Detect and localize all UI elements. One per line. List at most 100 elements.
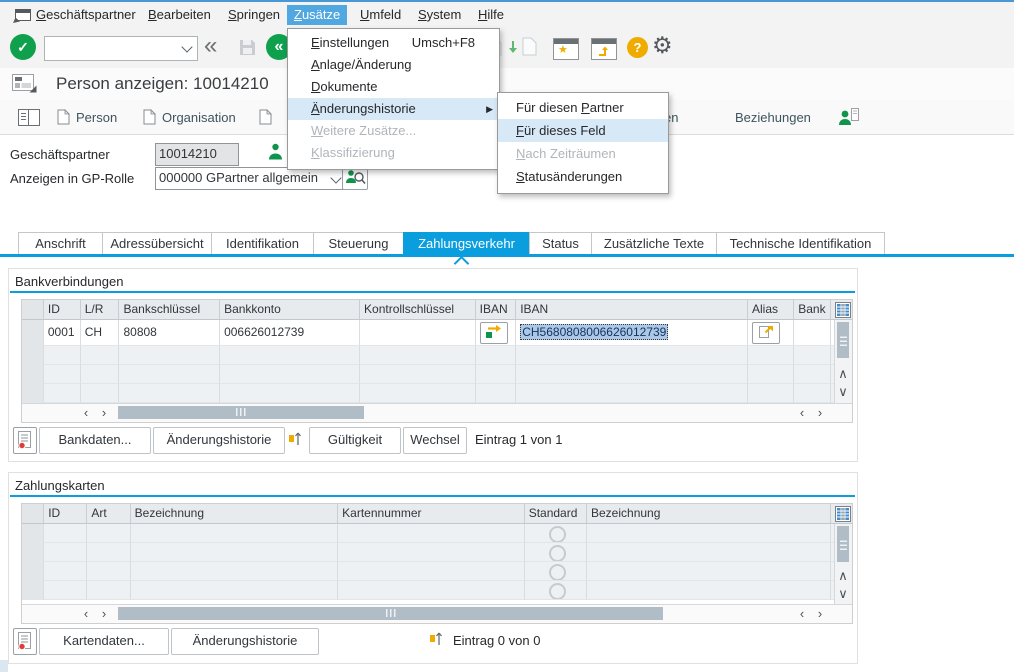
cell-iban[interactable]: CH5680808006626012739 <box>516 320 748 346</box>
menu-item-aenderungshistorie[interactable]: Änderungshistorie ▶ <box>288 98 499 120</box>
customize-button[interactable]: ⚙ <box>652 32 673 59</box>
cell-bankkonto[interactable]: 006626012739 <box>220 320 360 346</box>
cell-id[interactable]: 0001 <box>44 320 81 346</box>
scroll-down-button[interactable]: ∨ <box>835 384 851 400</box>
tab-anschrift[interactable]: Anschrift <box>18 232 103 256</box>
scroll-down-button[interactable]: ∨ <box>835 586 851 602</box>
partner-field[interactable]: 10014210 <box>155 143 239 166</box>
help-button[interactable]: ? <box>627 37 648 58</box>
menu-umfeld[interactable]: Umfeld <box>353 5 408 25</box>
scrollbar-thumb[interactable] <box>118 607 663 620</box>
submenu-item-fuer-dieses-feld[interactable]: Für dieses Feld <box>498 119 668 142</box>
col-bezeichnung[interactable]: Bezeichnung <box>131 504 339 524</box>
scrollbar-thumb[interactable] <box>837 526 849 562</box>
wechsel-button[interactable]: Wechsel <box>403 427 467 454</box>
col-iban[interactable]: IBAN <box>516 300 748 320</box>
menu-item-anlage-aenderung[interactable]: Anlage/Änderung <box>288 54 499 76</box>
tab-identifikation[interactable]: Identifikation <box>211 232 314 256</box>
submenu-item-statusaenderungen[interactable]: Statusänderungen <box>498 165 668 188</box>
vertical-scrollbar[interactable]: ∧ ∨ <box>834 524 852 604</box>
menu-springen[interactable]: Springen <box>221 5 287 25</box>
scroll-right-button[interactable]: › <box>812 606 828 622</box>
create-shortcut-button[interactable] <box>591 38 617 60</box>
tab-technische-identifikation[interactable]: Technische Identifikation <box>716 232 885 256</box>
bank-aenderungshistorie-button[interactable]: Änderungshistorie <box>153 427 285 454</box>
tab-zahlungsverkehr[interactable]: Zahlungsverkehr <box>403 232 530 256</box>
person-button[interactable]: Person <box>76 108 117 128</box>
iban-selected-value[interactable]: CH5680808006626012739 <box>520 324 668 340</box>
scroll-left-button[interactable]: ‹ <box>794 606 810 622</box>
command-field[interactable] <box>44 36 198 61</box>
col-lr[interactable]: L/R <box>81 300 120 320</box>
cell-lr[interactable]: CH <box>81 320 120 346</box>
scroll-right-button[interactable]: › <box>812 405 828 421</box>
cell-bankschluessel[interactable]: 80808 <box>119 320 220 346</box>
menu-item-dokumente[interactable]: Dokumente <box>288 76 499 98</box>
document-icon[interactable] <box>522 37 537 61</box>
vertical-scrollbar[interactable]: ∧ ∨ <box>834 320 852 403</box>
tab-zusaetzliche-texte[interactable]: Zusätzliche Texte <box>591 232 717 256</box>
menu-bearbeiten[interactable]: Bearbeiten <box>141 5 218 25</box>
col-standard[interactable]: Standard <box>525 504 587 524</box>
scroll-right-button[interactable]: › <box>96 606 112 622</box>
col-kartennummer[interactable]: Kartennummer <box>338 504 525 524</box>
card-aenderungshistorie-button[interactable]: Änderungshistorie <box>171 628 319 655</box>
menu-item-einstellungen[interactable]: Einstellungen Umsch+F8 <box>288 32 499 54</box>
tab-status[interactable]: Status <box>529 232 592 256</box>
col-kontrollschluessel[interactable]: Kontrollschlüssel <box>360 300 476 320</box>
col-id[interactable]: ID <box>44 504 87 524</box>
standard-radio[interactable] <box>549 526 566 543</box>
card-details-button[interactable] <box>13 628 37 655</box>
sort-icon[interactable] <box>429 629 444 653</box>
scrollbar-thumb[interactable] <box>837 322 849 358</box>
back-button[interactable]: « <box>204 32 217 60</box>
col-bankschluessel[interactable]: Bankschlüssel <box>119 300 220 320</box>
chevron-down-icon[interactable] <box>181 41 192 52</box>
organisation-button[interactable]: Organisation <box>162 108 236 128</box>
standard-radio[interactable] <box>549 583 566 600</box>
tab-steuerung[interactable]: Steuerung <box>313 232 404 256</box>
save-button[interactable] <box>238 38 257 62</box>
bank-details-button[interactable] <box>13 427 37 454</box>
submenu-item-fuer-diesen-partner[interactable]: Für diesen Partner <box>498 96 668 119</box>
iban-display-button[interactable] <box>480 322 508 344</box>
col-bank[interactable]: Bank <box>794 300 831 320</box>
enter-button[interactable]: ✓ <box>10 34 36 60</box>
bank-table-row[interactable]: 0001 CH 80808 006626012739 CH56808080066… <box>22 320 852 346</box>
menu-geschaeftspartner[interactable]: Geschäftspartner <box>29 5 143 25</box>
download-arrow-icon[interactable] <box>507 40 519 59</box>
tab-adressuebersicht[interactable]: Adressübersicht <box>102 232 212 256</box>
col-iban-btn[interactable]: IBAN <box>476 300 517 320</box>
standard-radio[interactable] <box>549 564 566 581</box>
new-session-button[interactable]: ★ <box>553 38 579 60</box>
scroll-up-button[interactable]: ∧ <box>835 366 851 382</box>
scroll-up-button[interactable]: ∧ <box>835 568 851 584</box>
command-input[interactable] <box>45 37 179 58</box>
scroll-left-button[interactable]: ‹ <box>78 405 94 421</box>
horizontal-scrollbar[interactable]: ‹ › ‹ › <box>22 403 852 422</box>
beziehungen-button[interactable]: Beziehungen <box>735 108 811 128</box>
bankdaten-button[interactable]: Bankdaten... <box>39 427 151 454</box>
row-selector[interactable] <box>22 320 44 346</box>
scroll-left-button[interactable]: ‹ <box>78 606 94 622</box>
kartendaten-button[interactable]: Kartendaten... <box>39 628 169 655</box>
cell-kontrollschluessel[interactable] <box>360 320 476 346</box>
col-alias[interactable]: Alias <box>748 300 794 320</box>
scrollbar-thumb[interactable] <box>118 406 364 419</box>
locator-toggle-button[interactable] <box>18 109 40 131</box>
horizontal-scrollbar[interactable]: ‹ › ‹ › <box>22 604 852 623</box>
col-art[interactable]: Art <box>87 504 130 524</box>
col-bezeichnung2[interactable]: Bezeichnung <box>587 504 831 524</box>
sort-icon[interactable] <box>288 429 303 453</box>
scroll-left-button[interactable]: ‹ <box>794 405 810 421</box>
partner-switch-button[interactable] <box>838 107 860 131</box>
menu-hilfe[interactable]: Hilfe <box>471 5 511 25</box>
col-id[interactable]: ID <box>44 300 81 320</box>
gueltigkeit-button[interactable]: Gültigkeit <box>309 427 401 454</box>
title-layout-button[interactable] <box>12 74 37 98</box>
scroll-right-button[interactable]: › <box>96 405 112 421</box>
rolle-dropdown[interactable]: 000000 GPartner allgemein <box>155 167 346 190</box>
alias-button[interactable] <box>752 322 780 344</box>
menu-zusaetze[interactable]: Zusätze <box>287 5 347 25</box>
col-bankkonto[interactable]: Bankkonto <box>220 300 360 320</box>
